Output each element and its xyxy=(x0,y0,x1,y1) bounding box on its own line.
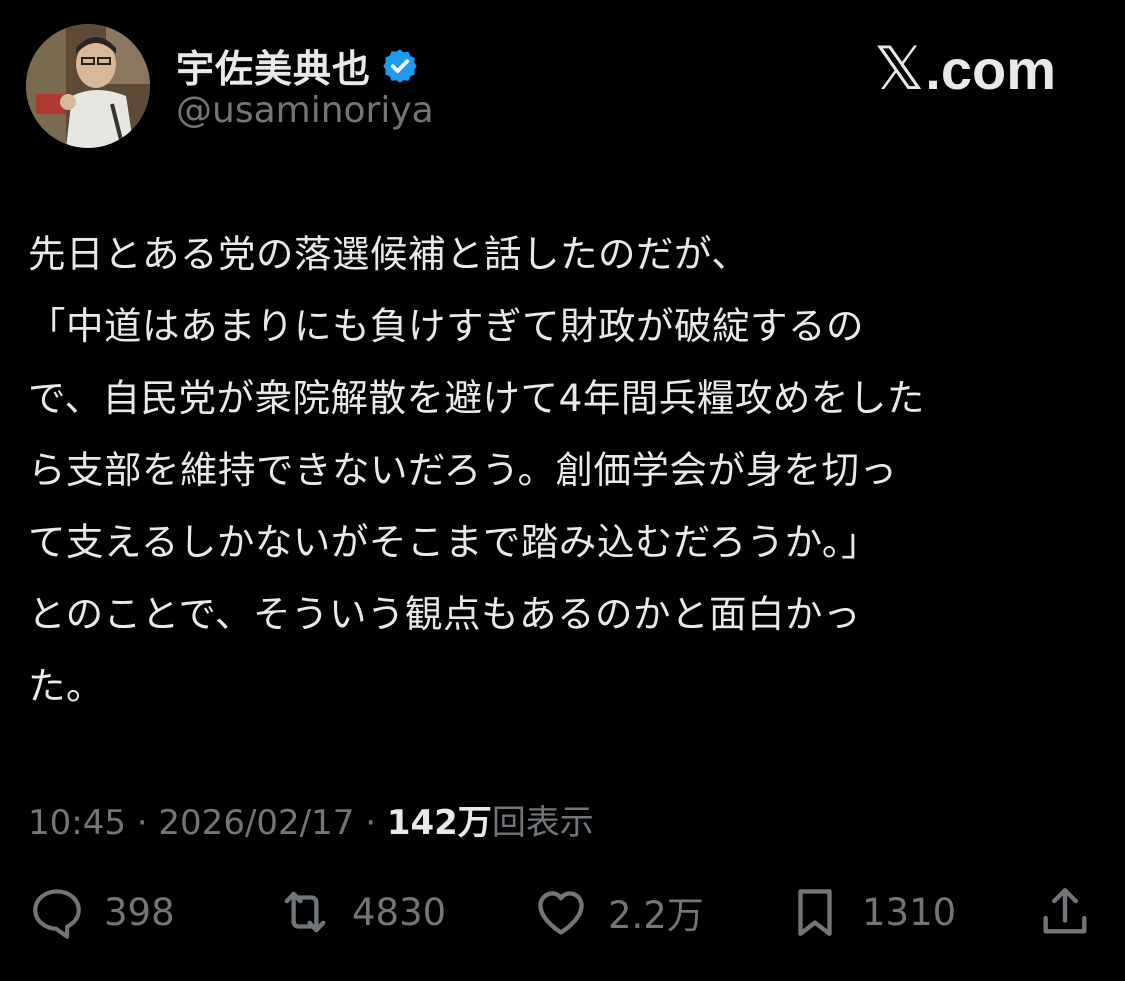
bookmark-button[interactable]: 1310 xyxy=(786,883,956,941)
author-name[interactable]: 宇佐美典也 xyxy=(176,38,371,93)
retweet-button[interactable]: 4830 xyxy=(276,883,446,941)
tweet-header: 宇佐美典也 @usaminoriya 𝕏 .com xyxy=(26,24,1106,154)
reply-button[interactable]: 398 xyxy=(28,883,175,941)
tweet-meta: 10:45 · 2026/02/17 · 142万 回表示 xyxy=(28,795,594,844)
tweet-date[interactable]: 2026/02/17 xyxy=(158,803,354,843)
retweet-count: 4830 xyxy=(352,890,447,934)
share-button[interactable] xyxy=(1036,883,1094,941)
reply-count: 398 xyxy=(104,890,175,934)
meta-separator: · xyxy=(125,803,159,843)
avatar[interactable] xyxy=(26,24,150,148)
like-count: 2.2万 xyxy=(608,894,704,937)
retweet-icon xyxy=(284,891,326,933)
reply-icon xyxy=(33,889,81,939)
bookmark-count: 1310 xyxy=(862,890,957,934)
views-count: 142万 xyxy=(386,803,492,843)
site-logo: 𝕏 .com xyxy=(873,34,1056,104)
share-icon xyxy=(1043,888,1087,934)
tweet-time[interactable]: 10:45 xyxy=(28,803,126,843)
views-label: 回表示 xyxy=(491,803,594,843)
tweet-text: 先日とある党の落選候補と話したのだが、 「中道はあまりにも負けすぎて財政が破綻す… xyxy=(28,232,925,708)
author-row: 宇佐美典也 xyxy=(176,38,419,93)
site-domain: .com xyxy=(925,37,1056,101)
author-handle[interactable]: @usaminoriya xyxy=(176,90,434,131)
x-logo-icon: 𝕏 xyxy=(873,34,925,104)
meta-separator: · xyxy=(354,803,387,843)
tweet-actions: 398 4830 2.2万 1310 xyxy=(28,883,1098,947)
verified-badge-icon xyxy=(381,47,419,85)
like-icon xyxy=(538,891,584,935)
like-button[interactable]: 2.2万 xyxy=(532,883,704,941)
bookmark-icon xyxy=(798,889,832,936)
